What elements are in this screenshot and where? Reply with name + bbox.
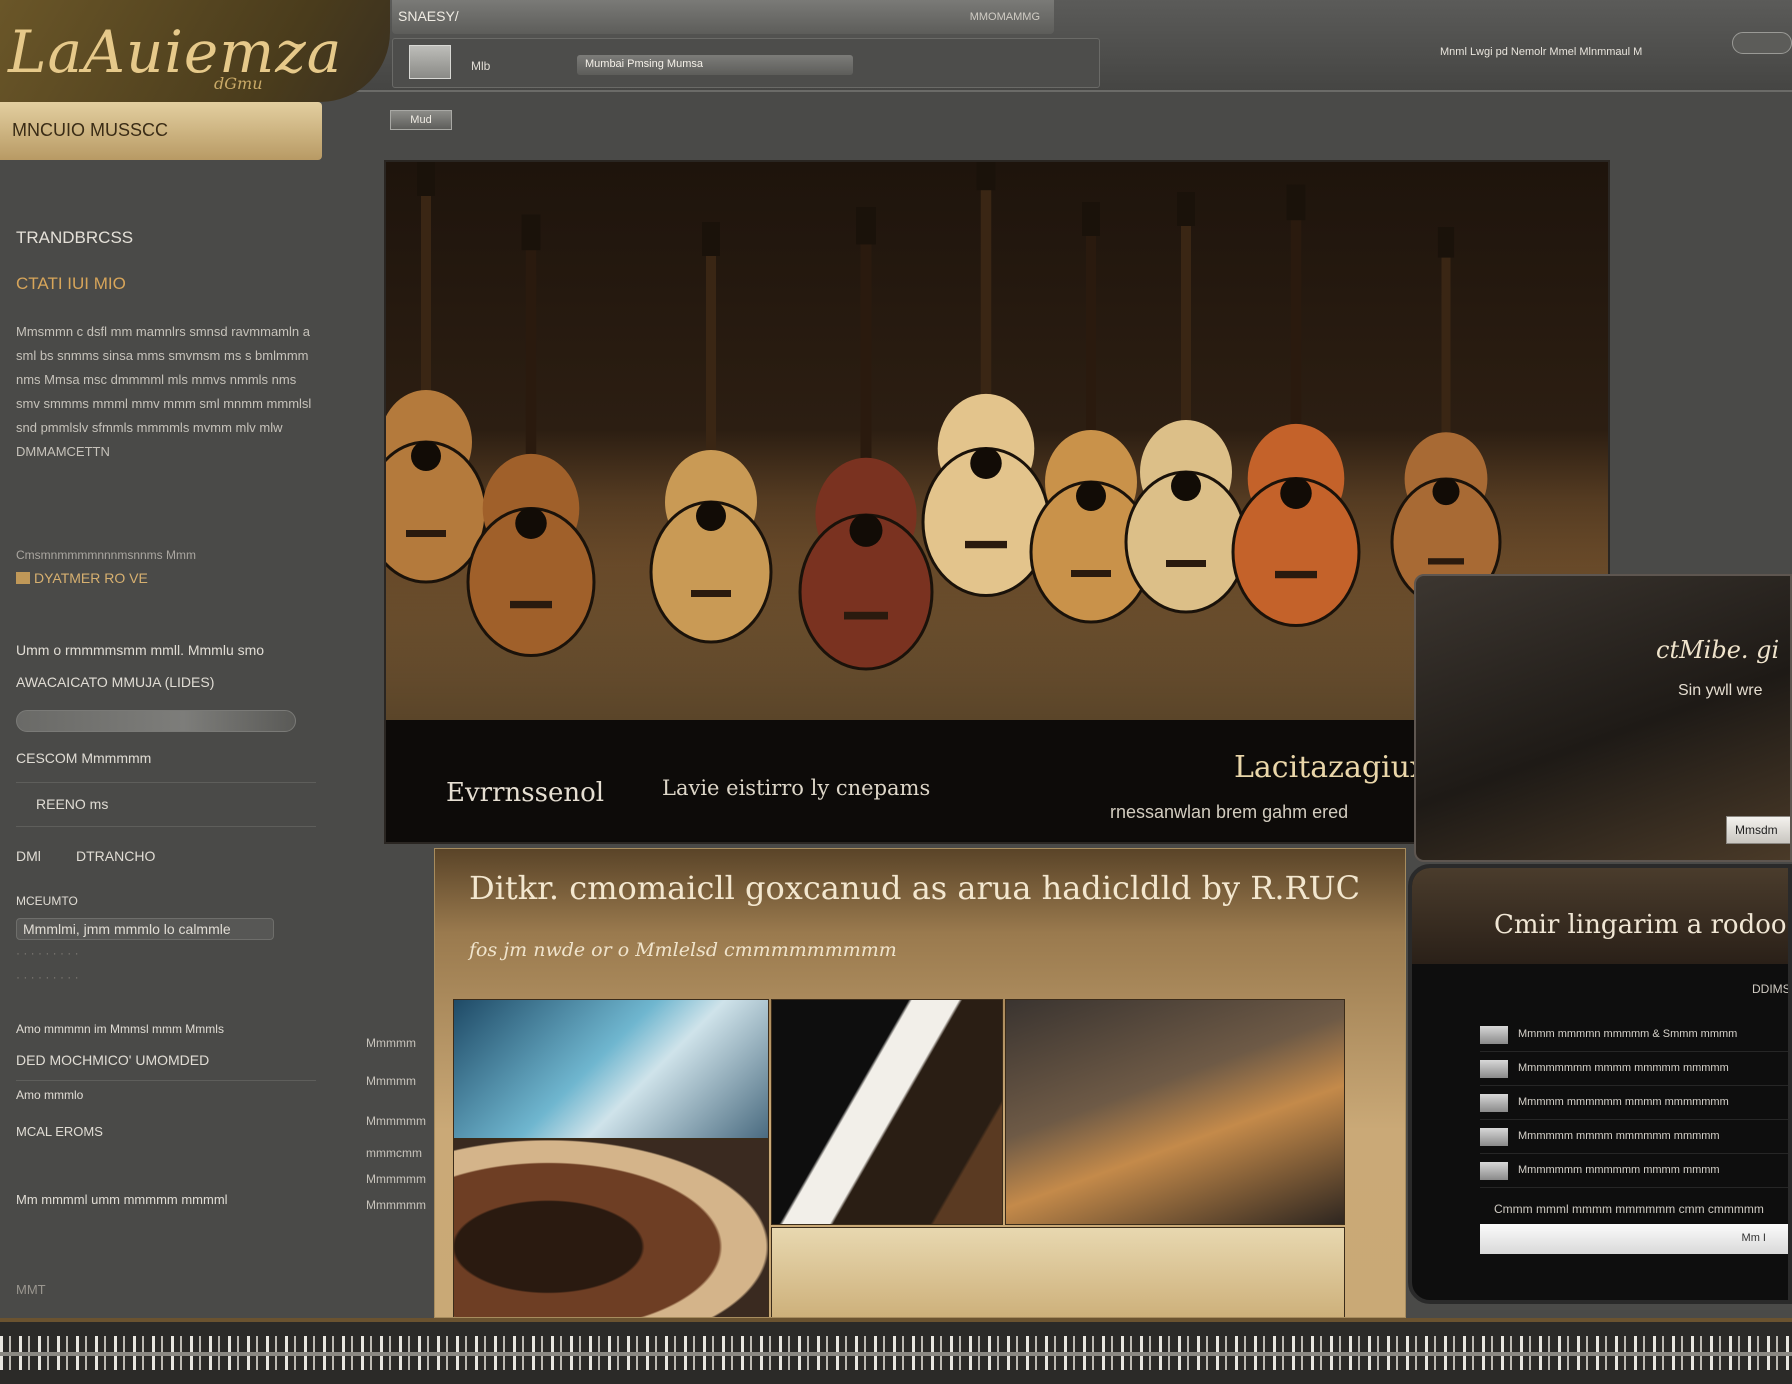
address-text: SNAESY/ [398,8,459,24]
list-thumbnail [1480,1162,1508,1180]
sidebar-note: Cmsmnmmmmnnnmsnnms Mmm [16,548,196,562]
sidebar-divider [16,1080,316,1081]
guitar-shape [649,222,773,644]
tablet-link[interactable]: DDIMSCL [1752,982,1788,996]
nav-thumbnail[interactable] [409,45,451,79]
timeline-band [0,1352,1792,1356]
list-item-text: Mmmmmmm mmmmmm mmmm mmmm [1518,1164,1720,1176]
nav-label: Mlb [471,59,491,73]
guitar-shape [798,207,934,671]
photo-sheet-music[interactable] [453,999,769,1139]
sidebar-item-3[interactable]: CESCOM Mmmmmm [16,750,151,766]
hero-title-right: Lacitazagiux [1234,750,1427,785]
address-sub: MMOMAMMG [969,11,1040,23]
list-item-text: Mmmm mmmmn mmmmm & Smmm mmmm [1518,1028,1738,1040]
tablet-title: Cmir lingarim a rodoo . [1494,910,1792,940]
side-label: Mmmmmm [366,1172,426,1186]
list-item-text: Mmmmmm mmmm mmmmmm mmmmm [1518,1130,1720,1142]
sidebar-item-13[interactable]: MMT [16,1282,46,1297]
article-card[interactable]: Ditkr. cmomaicll goxcanud as arua hadicl… [434,848,1406,1318]
article-title: Ditkr. cmomaicll goxcanud as arua hadicl… [469,869,1361,907]
sidebar-item-7[interactable]: Amo mmmmn im Mmmsl mmm Mmmls [16,1022,224,1036]
sidebar-divider [16,826,316,827]
sidebar-item-1[interactable]: Umm o rmmmmsmm mmll. Mmmlu smo [16,642,264,658]
hero-caption-middle: Lavie eistirro ly cnepams [662,776,931,800]
preview-button[interactable]: Mmsdm [1726,816,1790,844]
sidebar-divider [16,782,316,783]
tablet-footer-text: Cmmm mmml mmmm mmmmmm cmm cmmmmm [1494,1202,1764,1216]
photo-guitar-neck[interactable] [771,999,1003,1225]
sidebar-item-5a[interactable]: DMl [16,848,41,864]
guitar-shape [466,214,596,657]
sidebar-slider[interactable] [16,710,296,732]
hero-subtitle-right: rnessanwlan brem gahm ered [1110,802,1349,822]
sidebar-paragraph: Mmsmmn c dsfl mm mamnlrs smnsd ravmmamln… [16,324,312,459]
photo-guitar-body[interactable] [453,1139,769,1317]
logo-panel[interactable]: LaAuiemza dGmu [0,0,390,102]
side-label: Mmmmm [366,1036,416,1050]
list-item-text: Mmmmm mmmmmm mmmm mmmmmmm [1518,1096,1729,1108]
tablet-status-text: Mm I [1741,1232,1766,1244]
sidebar: TRANDBRCSS CTATI IUI MIO Mmsmmn c dsfl m… [0,170,370,1310]
list-item[interactable]: Mmmmm mmmmmm mmmm mmmmmmm [1480,1086,1788,1120]
feature-link[interactable]: DYATMER RO VE [16,570,148,586]
brand-tab[interactable]: MNCUIO MUSSCC [0,102,322,160]
side-label: Mmmmm [366,1074,416,1088]
guitar-shape [386,162,488,584]
guitar-shape [1124,192,1248,614]
photo-guitarist[interactable] [1005,999,1345,1225]
sidebar-item-5b[interactable]: DTRANCHO [76,848,155,864]
sidebar-subheading: CTATI IUI MIO [16,274,126,293]
preview-subtitle: Sin ywll wre [1678,682,1763,699]
top-menu-button[interactable] [1732,32,1792,54]
address-bar[interactable]: SNAESY/ MMOMAMMG [392,0,1054,34]
sidebar-item-6[interactable]: MCEUMTO [16,894,78,908]
sidebar-item-10[interactable]: MCAL EROMS [16,1124,103,1139]
bottom-timeline[interactable] [0,1318,1792,1384]
list-thumbnail [1480,1026,1508,1044]
feature-icon [16,572,30,584]
sidebar-item-2[interactable]: AWACAICATO MMUJA (LIDES) [16,674,214,690]
tablet-mockup: Cmir lingarim a rodoo . DDIMSCL Mmmm mmm… [1408,864,1792,1304]
list-thumbnail [1480,1128,1508,1146]
guitar-shape [1390,227,1502,607]
sidebar-heading: TRANDBRCSS [16,228,134,247]
list-item-text: Mmmmmmmm mmmm mmmmm mmmmm [1518,1062,1729,1074]
list-item[interactable]: Mmmmmmm mmmmmm mmmm mmmm [1480,1154,1788,1188]
preview-title: ctMibe. gi [1656,636,1780,664]
list-item[interactable]: Mmmmmm mmmm mmmmmm mmmmm [1480,1120,1788,1154]
preview-panel[interactable]: ctMibe. gi Sin ywll wre Mmsdm [1414,574,1792,862]
sidebar-faded-1: · · · · · · · · · [16,946,79,960]
article-subtitle: fos jm nwde or o Mmlelsd cmmmmmmmmm [469,939,897,961]
list-item[interactable]: Mmmm mmmmn mmmmm & Smmm mmmm [1480,1018,1788,1052]
list-thumbnail [1480,1094,1508,1112]
sidebar-item-9[interactable]: Amo mmmlo [16,1088,83,1102]
side-label: Mmmmmm [366,1198,426,1212]
hero-caption-left: Evrrnssenol [446,778,605,808]
search-input[interactable]: Mumbai Pmsing Mumsa [577,55,853,75]
back-button[interactable]: Mud [390,110,452,130]
photo-caption-area [771,1227,1345,1317]
list-item[interactable]: Mmmmmmmm mmmm mmmmm mmmmm [1480,1052,1788,1086]
side-label: Mmmmmm [366,1114,426,1128]
guitar-shape [921,162,1051,597]
side-label: mmmcmm [366,1146,422,1160]
tablet-status-bar: Mm I [1480,1224,1788,1254]
top-nav-links[interactable]: Mnml Lwgi pd Nemolr Mmel Mlnmmaul M [1440,46,1642,58]
tablet-list: Mmmm mmmmn mmmmm & Smmm mmmm Mmmmmmmm mm… [1480,1018,1788,1188]
logo-subtitle: dGmu [214,74,263,93]
guitar-shape [1231,184,1361,627]
nav-row: Mlb Mumbai Pmsing Mumsa [392,38,1100,88]
sidebar-item-4[interactable]: REENO ms [36,796,108,812]
feature-label: DYATMER RO VE [34,570,148,586]
sidebar-faded-2: · · · · · · · · · [16,970,79,984]
sidebar-select[interactable]: Mmmlmi, jmm mmmlo lo calmmle [16,918,274,940]
sidebar-item-8[interactable]: DED MOCHMICO' UMOMDED [16,1052,209,1068]
list-thumbnail [1480,1060,1508,1078]
sidebar-item-12[interactable]: Mm mmmml umm mmmmm mmmml [16,1192,228,1207]
site-logo: LaAuiemza [8,18,343,86]
